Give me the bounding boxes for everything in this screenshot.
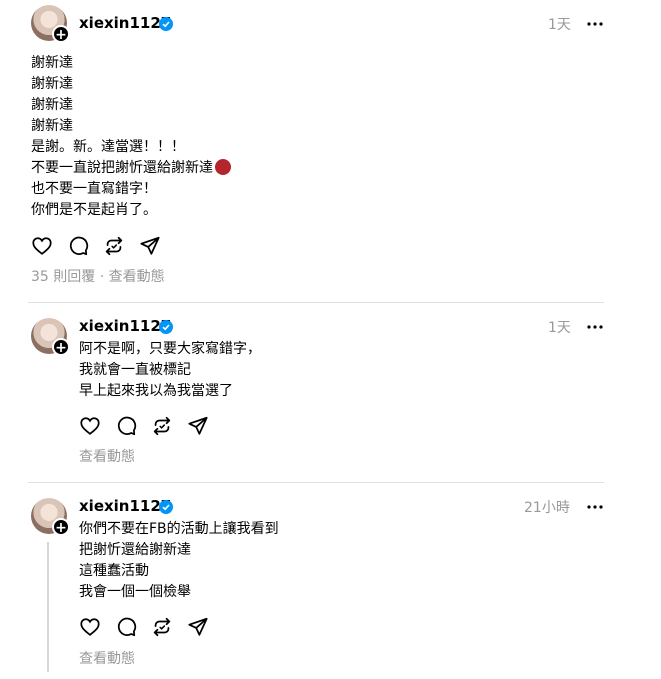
share-button[interactable] [139, 234, 175, 258]
post-line: 阿不是啊，只要大家寫錯字， [79, 341, 261, 357]
post-line: 謝新達 [31, 55, 73, 71]
share-icon [188, 416, 208, 435]
angry-devil-emoji [215, 159, 231, 175]
post-1: + xiexin1127 1天 謝新達 謝新達 謝新達 謝新達 是謝。新。達當選… [0, 0, 661, 300]
post-meta[interactable]: 查看動態 [79, 446, 135, 466]
more-icon[interactable] [586, 498, 604, 516]
repost-button[interactable] [151, 615, 187, 639]
post-time[interactable]: 21小時 [524, 497, 570, 517]
post-line: 謝新達 [31, 76, 73, 92]
post-time[interactable]: 1天 [548, 14, 571, 34]
thread-line [47, 542, 49, 672]
repost-icon [153, 416, 171, 436]
post-line: 早上起來我以為我當選了 [79, 383, 233, 399]
post-meta[interactable]: 查看動態 [79, 648, 135, 668]
share-button[interactable] [187, 615, 223, 639]
post-meta[interactable]: 35 則回覆 · 查看動態 [31, 266, 165, 286]
share-icon [140, 236, 160, 255]
more-icon[interactable] [586, 15, 604, 33]
follow-plus-icon[interactable]: + [52, 25, 70, 43]
action-bar [31, 234, 175, 258]
post-line: 我會一個一個檢舉 [79, 584, 191, 600]
post-2: + xiexin1127 1天 阿不是啊，只要大家寫錯字， 我就會一直被標記 早… [0, 310, 661, 480]
more-icon[interactable] [586, 318, 604, 336]
post-line: 謝新達 [31, 97, 73, 113]
post-line: 是謝。新。達當選！！！ [31, 139, 185, 155]
post-line: 你們是不是起肖了。 [31, 202, 157, 218]
post-text: 阿不是啊，只要大家寫錯字， 我就會一直被標記 早上起來我以為我當選了 [79, 339, 261, 402]
post-text: 你們不要在FB的活動上讓我看到 把謝忻還給謝新達 這種蠢活動 我會一個一個檢舉 [79, 519, 279, 603]
post-line: 謝新達 [31, 118, 73, 134]
heart-icon [80, 618, 100, 636]
post-line: 把謝忻還給謝新達 [79, 542, 191, 558]
post-time[interactable]: 1天 [548, 317, 571, 337]
comment-icon [69, 236, 89, 256]
username[interactable]: xiexin1127 [79, 317, 171, 335]
post-line: 你們不要在FB的活動上讓我看到 [79, 521, 279, 537]
repost-button[interactable] [151, 414, 187, 438]
share-button[interactable] [187, 414, 223, 438]
repost-button[interactable] [103, 234, 139, 258]
post-line: 不要一直說把謝忻還給謝新達 [31, 160, 213, 176]
post-3: + xiexin1127 21小時 你們不要在FB的活動上讓我看到 把謝忻還給謝… [0, 490, 661, 679]
heart-icon [80, 417, 100, 435]
post-line: 也不要一直寫錯字！ [31, 181, 157, 197]
post-text: 謝新達 謝新達 謝新達 謝新達 是謝。新。達當選！！！ 不要一直說把謝忻還給謝新… [31, 53, 231, 221]
action-bar [79, 414, 223, 438]
share-icon [188, 617, 208, 636]
reply-button[interactable] [115, 414, 151, 438]
heart-icon [32, 237, 52, 255]
verified-badge-icon [159, 17, 173, 31]
comment-icon [117, 617, 137, 637]
repost-icon [105, 236, 123, 256]
username[interactable]: xiexin1127 [79, 14, 171, 32]
username[interactable]: xiexin1127 [79, 497, 171, 515]
verified-badge-icon [159, 320, 173, 334]
action-bar [79, 615, 223, 639]
like-button[interactable] [31, 234, 67, 258]
reply-button[interactable] [115, 615, 151, 639]
reply-button[interactable] [67, 234, 103, 258]
like-button[interactable] [79, 414, 115, 438]
verified-badge-icon [159, 500, 173, 514]
follow-plus-icon[interactable]: + [52, 338, 70, 356]
post-line-with-emoji: 不要一直說把謝忻還給謝新達 [31, 158, 231, 179]
comment-icon [117, 416, 137, 436]
divider [28, 302, 604, 303]
like-button[interactable] [79, 615, 115, 639]
repost-icon [153, 617, 171, 637]
divider [28, 482, 604, 483]
post-line: 這種蠢活動 [79, 563, 149, 579]
post-line: 我就會一直被標記 [79, 362, 191, 378]
follow-plus-icon[interactable]: + [52, 518, 70, 536]
